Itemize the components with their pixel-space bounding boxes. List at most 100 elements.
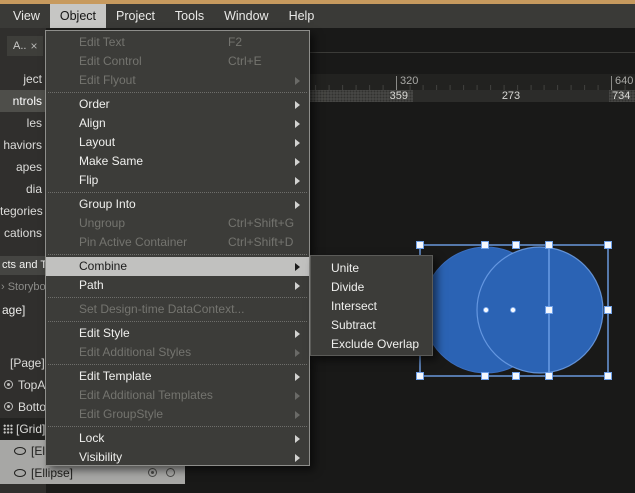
menu-item-shortcut: F2 <box>228 35 243 49</box>
menu-separator <box>48 297 307 298</box>
menubar-item-object[interactable]: Object <box>49 4 107 28</box>
submenu-arrow-icon <box>295 391 300 400</box>
menubar: View Object Project Tools Window Help <box>0 4 635 28</box>
object-menu-item-path[interactable]: Path <box>46 276 309 295</box>
object-menu-item-visibility[interactable]: Visibility <box>46 448 309 467</box>
submenu-arrow-icon <box>295 119 300 128</box>
objects-timeline-header: cts and T <box>0 256 46 275</box>
submenu-arrow-icon <box>295 434 300 443</box>
menu-separator <box>48 92 307 93</box>
assets-item-tegories[interactable]: tegories <box>0 200 46 222</box>
object-menu-item-align[interactable]: Align <box>46 114 309 133</box>
menu-item-label: Edit Template <box>79 369 152 383</box>
combine-submenu-item-exclude-overlap[interactable]: Exclude Overlap <box>311 335 432 354</box>
menubar-item-view[interactable]: View <box>3 4 50 28</box>
menu-separator <box>48 321 307 322</box>
blend-window: View Object Project Tools Window Help 320 640… <box>0 0 635 493</box>
menu-item-label: Edit Flyout <box>79 73 136 87</box>
menu-item-shortcut: Ctrl+E <box>228 54 262 68</box>
menubar-item-tools[interactable]: Tools <box>165 4 214 28</box>
menubar-item-window[interactable]: Window <box>214 4 278 28</box>
dotcircle-icon[interactable] <box>148 468 157 477</box>
circle-icon[interactable] <box>166 468 175 477</box>
menu-item-label: Flip <box>79 173 99 187</box>
assets-tab-label: A.. <box>13 40 27 52</box>
combine-submenu: Unite Divide Intersect Subtract Exclude Over… <box>310 255 433 356</box>
submenu-arrow-icon <box>295 281 300 290</box>
assets-item-ject[interactable]: ject <box>0 68 46 90</box>
object-menu-item-edit-additional-templates: Edit Additional Templates <box>46 386 309 405</box>
object-menu-item-combine[interactable]: Combine <box>46 257 309 276</box>
eye-icon[interactable] <box>4 402 13 411</box>
object-menu-item-layout[interactable]: Layout <box>46 133 309 152</box>
ellipse-shape-2[interactable] <box>476 246 604 374</box>
object-dropdown-menu: Edit Text F2 Edit Control Ctrl+E Edit Flyout… <box>45 30 310 466</box>
submenu-arrow-icon <box>295 453 300 462</box>
menu-item-shortcut: Ctrl+Shift+D <box>228 235 294 249</box>
submenu-arrow-icon <box>295 348 300 357</box>
combine-submenu-item-divide[interactable]: Divide <box>311 278 432 297</box>
submenu-arrow-icon <box>295 100 300 109</box>
menu-item-label: Align <box>79 116 106 130</box>
assets-item-dia[interactable]: dia <box>0 178 46 200</box>
menu-separator <box>48 364 307 365</box>
object-menu-item-edit-template[interactable]: Edit Template <box>46 367 309 386</box>
object-menu-item-ungroup: Ungroup Ctrl+Shift+G <box>46 214 309 233</box>
assets-item-haviors[interactable]: haviors <box>0 134 46 156</box>
menu-item-label: Layout <box>79 135 116 149</box>
menu-separator <box>48 254 307 255</box>
object-menu-item-group-into[interactable]: Group Into <box>46 195 309 214</box>
combine-submenu-item-intersect[interactable]: Intersect <box>311 297 432 316</box>
menubar-item-project[interactable]: Project <box>106 4 165 28</box>
menu-item-label: Order <box>79 97 110 111</box>
menu-item-label: Lock <box>79 431 105 445</box>
scope-breadcrumb[interactable]: age] <box>0 302 48 318</box>
objects-row-label: [El <box>31 444 46 458</box>
submenu-arrow-icon <box>295 372 300 381</box>
assets-item-cations[interactable]: cations <box>0 222 46 244</box>
submenu-arrow-icon <box>295 76 300 85</box>
menu-item-label: Group Into <box>79 197 136 211</box>
assets-panel-tab[interactable]: A.. × <box>7 36 43 56</box>
submenu-arrow-icon <box>295 410 300 419</box>
object-menu-item-make-same[interactable]: Make Same <box>46 152 309 171</box>
object-menu-item-flip[interactable]: Flip <box>46 171 309 190</box>
submenu-arrow-icon <box>295 262 300 271</box>
close-icon[interactable]: × <box>30 36 37 56</box>
object-menu-item-edit-style[interactable]: Edit Style <box>46 324 309 343</box>
combine-submenu-item-unite[interactable]: Unite <box>311 259 432 278</box>
storyboard-picker[interactable]: › Storybo <box>0 280 47 295</box>
object-menu-item-order[interactable]: Order <box>46 95 309 114</box>
assets-item-apes[interactable]: apes <box>0 156 46 178</box>
menubar-item-help[interactable]: Help <box>279 4 325 28</box>
menu-item-label: Set Design-time DataContext... <box>79 302 245 316</box>
eye-icon[interactable] <box>4 380 13 389</box>
menu-item-label: Pin Active Container <box>79 235 188 249</box>
submenu-arrow-icon <box>295 138 300 147</box>
menu-separator <box>48 426 307 427</box>
row-toggle-icons <box>148 468 175 477</box>
object-menu-item-pin-active-container: Pin Active Container Ctrl+Shift+D <box>46 233 309 252</box>
menu-item-label: Visibility <box>79 450 123 464</box>
object-menu-item-lock[interactable]: Lock <box>46 429 309 448</box>
menu-item-label: Edit Control <box>79 54 142 68</box>
object-menu-item-edit-control: Edit Control Ctrl+E <box>46 52 309 71</box>
menu-item-label: Make Same <box>79 154 144 168</box>
menu-item-label: Path <box>79 278 104 292</box>
menu-item-label: Edit Style <box>79 326 130 340</box>
menu-item-label: Combine <box>79 259 128 273</box>
object-menu-item-edit-additional-styles: Edit Additional Styles <box>46 343 309 362</box>
submenu-arrow-icon <box>295 200 300 209</box>
assets-item-ntrols[interactable]: ntrols <box>0 90 46 112</box>
menu-separator <box>48 192 307 193</box>
grid-icon <box>3 424 13 434</box>
submenu-arrow-icon <box>295 176 300 185</box>
objects-row-label: [Page] <box>10 356 45 370</box>
assets-item-les[interactable]: les <box>0 112 46 134</box>
menu-item-label: Ungroup <box>79 216 126 230</box>
objects-row-label: [Grid] <box>16 422 46 436</box>
objects-row-label: Botto <box>18 400 47 414</box>
submenu-arrow-icon <box>295 157 300 166</box>
combine-submenu-item-subtract[interactable]: Subtract <box>311 316 432 335</box>
menu-item-label: Edit Additional Styles <box>79 345 192 359</box>
